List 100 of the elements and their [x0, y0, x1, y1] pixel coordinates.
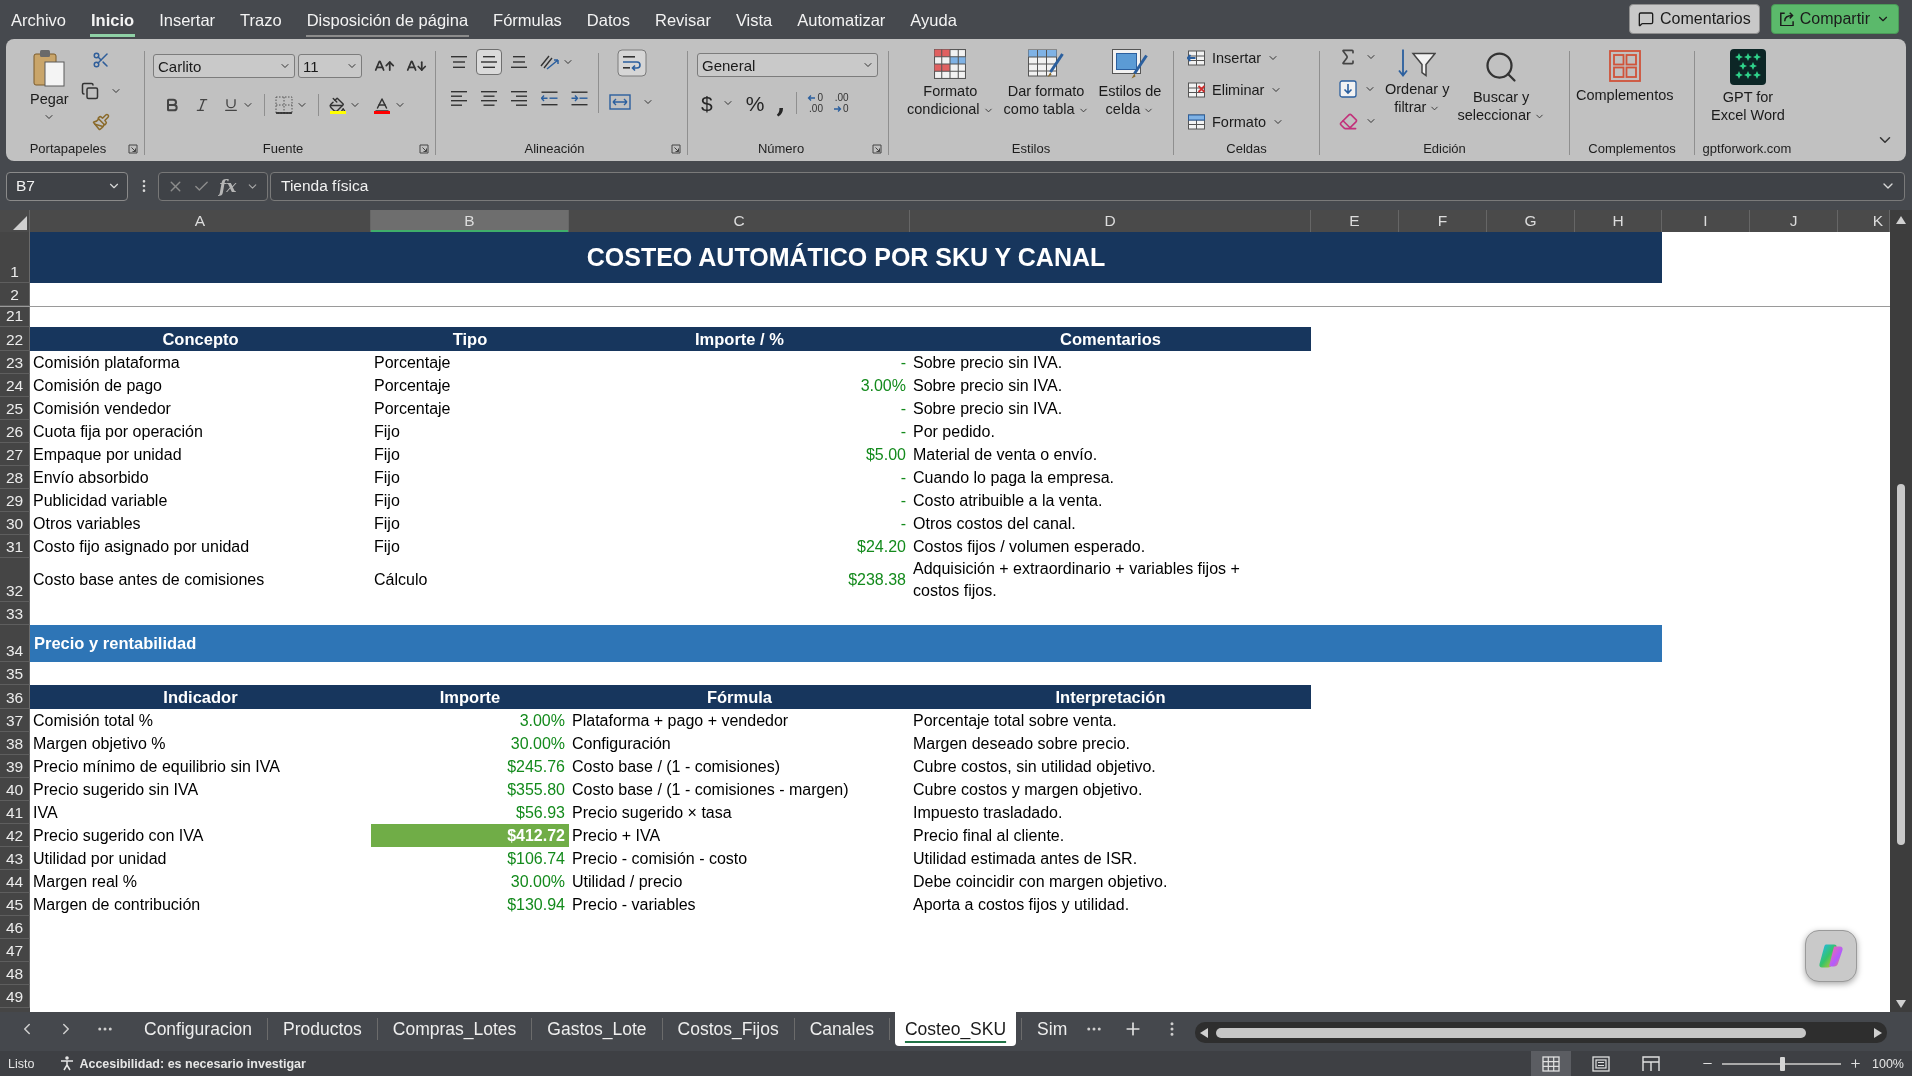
column-header[interactable]: H: [1575, 210, 1662, 232]
horizontal-scrollbar[interactable]: [1195, 1022, 1887, 1043]
column-header[interactable]: D: [910, 210, 1311, 232]
column-header[interactable]: A: [30, 210, 371, 232]
row-header[interactable]: 25: [0, 397, 30, 420]
name-box[interactable]: B7: [6, 171, 128, 201]
row-header[interactable]: 49: [0, 985, 30, 1008]
dialog-launcher-icon[interactable]: [128, 143, 138, 154]
scroll-thumb[interactable]: [1216, 1027, 1807, 1038]
number-format-combo[interactable]: General: [697, 53, 878, 77]
row-header[interactable]: 44: [0, 870, 30, 893]
sheet-tab[interactable]: Gastos_Lote: [537, 1012, 657, 1046]
accessibility-status[interactable]: Accesibilidad: es necesario investigar: [79, 1056, 306, 1071]
row-header[interactable]: 43: [0, 847, 30, 870]
accessibility-icon[interactable]: [60, 1056, 75, 1071]
zoom-level[interactable]: 100%: [1872, 1056, 1904, 1071]
row-header[interactable]: 34: [0, 625, 30, 662]
conditional-formatting-button[interactable]: Formato condicional: [903, 43, 998, 118]
column-header[interactable]: K: [1838, 210, 1890, 232]
row-header[interactable]: 28: [0, 466, 30, 489]
row-header[interactable]: 48: [0, 962, 30, 985]
row-header[interactable]: 45: [0, 893, 30, 916]
comments-button[interactable]: Comentarios: [1629, 4, 1760, 34]
comma-style-button[interactable]: ,: [772, 90, 790, 116]
zoom-thumb[interactable]: [1779, 1056, 1785, 1071]
menu-tab[interactable]: Ayuda: [909, 0, 958, 37]
paste-button[interactable]: Pegar: [26, 43, 73, 123]
row-header[interactable]: 1: [0, 232, 30, 283]
scroll-up-icon[interactable]: [1896, 216, 1906, 224]
menu-tab[interactable]: Archivo: [10, 0, 68, 37]
sheet-tab[interactable]: Canales: [799, 1012, 884, 1046]
row-header[interactable]: 46: [0, 916, 30, 939]
column-header[interactable]: I: [1662, 210, 1750, 232]
view-button[interactable]: [1531, 1051, 1571, 1076]
row-header[interactable]: 21: [0, 307, 30, 327]
row-header[interactable]: 38: [0, 732, 30, 755]
percent-button[interactable]: %: [741, 90, 769, 116]
row-header[interactable]: 32: [0, 558, 30, 602]
gpt-add-in-button[interactable]: GPT for Excel Word: [1707, 43, 1789, 124]
scroll-right-icon[interactable]: [1874, 1027, 1882, 1038]
column-header[interactable]: B: [371, 210, 569, 232]
menu-tab[interactable]: Inicio: [90, 0, 136, 37]
increase-decimal-button[interactable]: 0 .00: [804, 89, 826, 117]
format-as-table-button[interactable]: Dar formato como tabla: [999, 43, 1093, 118]
column-header[interactable]: C: [569, 210, 910, 232]
row-header[interactable]: 33: [0, 602, 30, 625]
dialog-launcher-icon[interactable]: [671, 143, 681, 154]
row-header[interactable]: 2: [0, 283, 30, 306]
sheet-tab[interactable]: Sim: [1027, 1012, 1078, 1046]
row-header[interactable]: 47: [0, 939, 30, 962]
currency-button[interactable]: $: [697, 90, 738, 116]
column-header[interactable]: F: [1399, 210, 1487, 232]
formula-input[interactable]: Tienda física: [270, 171, 1905, 201]
format-cells-button[interactable]: Formato: [1184, 108, 1287, 136]
menu-tab[interactable]: Fórmulas: [492, 0, 563, 37]
menu-tab[interactable]: Insertar: [158, 0, 217, 37]
font-size-combo[interactable]: 11: [298, 54, 362, 78]
decrease-decimal-button[interactable]: .00 0: [830, 89, 852, 117]
column-header[interactable]: J: [1750, 210, 1838, 232]
zoom-in-icon[interactable]: [1849, 1057, 1862, 1070]
row-header[interactable]: 22: [0, 327, 30, 351]
row-header[interactable]: 27: [0, 443, 30, 466]
dialog-launcher-icon[interactable]: [872, 143, 882, 154]
menu-tab[interactable]: Revisar: [653, 0, 712, 37]
row-header[interactable]: 30: [0, 512, 30, 535]
row-header[interactable]: 35: [0, 662, 30, 685]
sheet-tab[interactable]: Compras_Lotes: [382, 1012, 527, 1046]
scroll-thumb[interactable]: [1897, 484, 1905, 845]
row-header[interactable]: 37: [0, 709, 30, 732]
menu-tab[interactable]: Datos: [585, 0, 631, 37]
select-all-button[interactable]: [0, 210, 30, 232]
sheet-tab[interactable]: Productos: [273, 1012, 372, 1046]
menu-tab[interactable]: Vista: [734, 0, 774, 37]
sheet-tab[interactable]: Configuracion: [134, 1012, 262, 1046]
row-header[interactable]: 31: [0, 535, 30, 558]
row-header[interactable]: 39: [0, 755, 30, 778]
cell-styles-button[interactable]: Estilos de celda: [1094, 43, 1166, 118]
font-name-combo[interactable]: Carlito: [153, 54, 295, 78]
scroll-left-icon[interactable]: [1200, 1027, 1209, 1038]
sort-filter-button[interactable]: Ordenar y filtrar: [1381, 43, 1454, 116]
menu-tab[interactable]: Automatizar: [796, 0, 887, 37]
share-button[interactable]: Compartir: [1770, 4, 1899, 34]
floating-assistant-button[interactable]: [1805, 930, 1857, 982]
align-middle-button[interactable]: [476, 49, 502, 75]
find-select-button[interactable]: Buscar y seleccionar: [1453, 43, 1549, 124]
row-header[interactable]: 29: [0, 489, 30, 512]
row-header[interactable]: 36: [0, 685, 30, 709]
delete-cells-button[interactable]: Eliminar: [1184, 76, 1287, 104]
row-header[interactable]: 41: [0, 801, 30, 824]
insert-cells-button[interactable]: Insertar: [1184, 44, 1287, 72]
row-header[interactable]: 24: [0, 374, 30, 397]
sheet-tab[interactable]: Costos_Fijos: [667, 1012, 789, 1046]
insert-function-button[interactable]: fx: [217, 176, 238, 196]
menu-tab[interactable]: Disposición de página: [305, 0, 470, 37]
sheet-tab[interactable]: Costeo_SKU: [894, 1012, 1017, 1046]
row-header[interactable]: 40: [0, 778, 30, 801]
row-header[interactable]: 23: [0, 351, 30, 374]
row-header[interactable]: 42: [0, 824, 30, 847]
column-header[interactable]: G: [1487, 210, 1575, 232]
scroll-down-icon[interactable]: [1896, 1000, 1906, 1008]
